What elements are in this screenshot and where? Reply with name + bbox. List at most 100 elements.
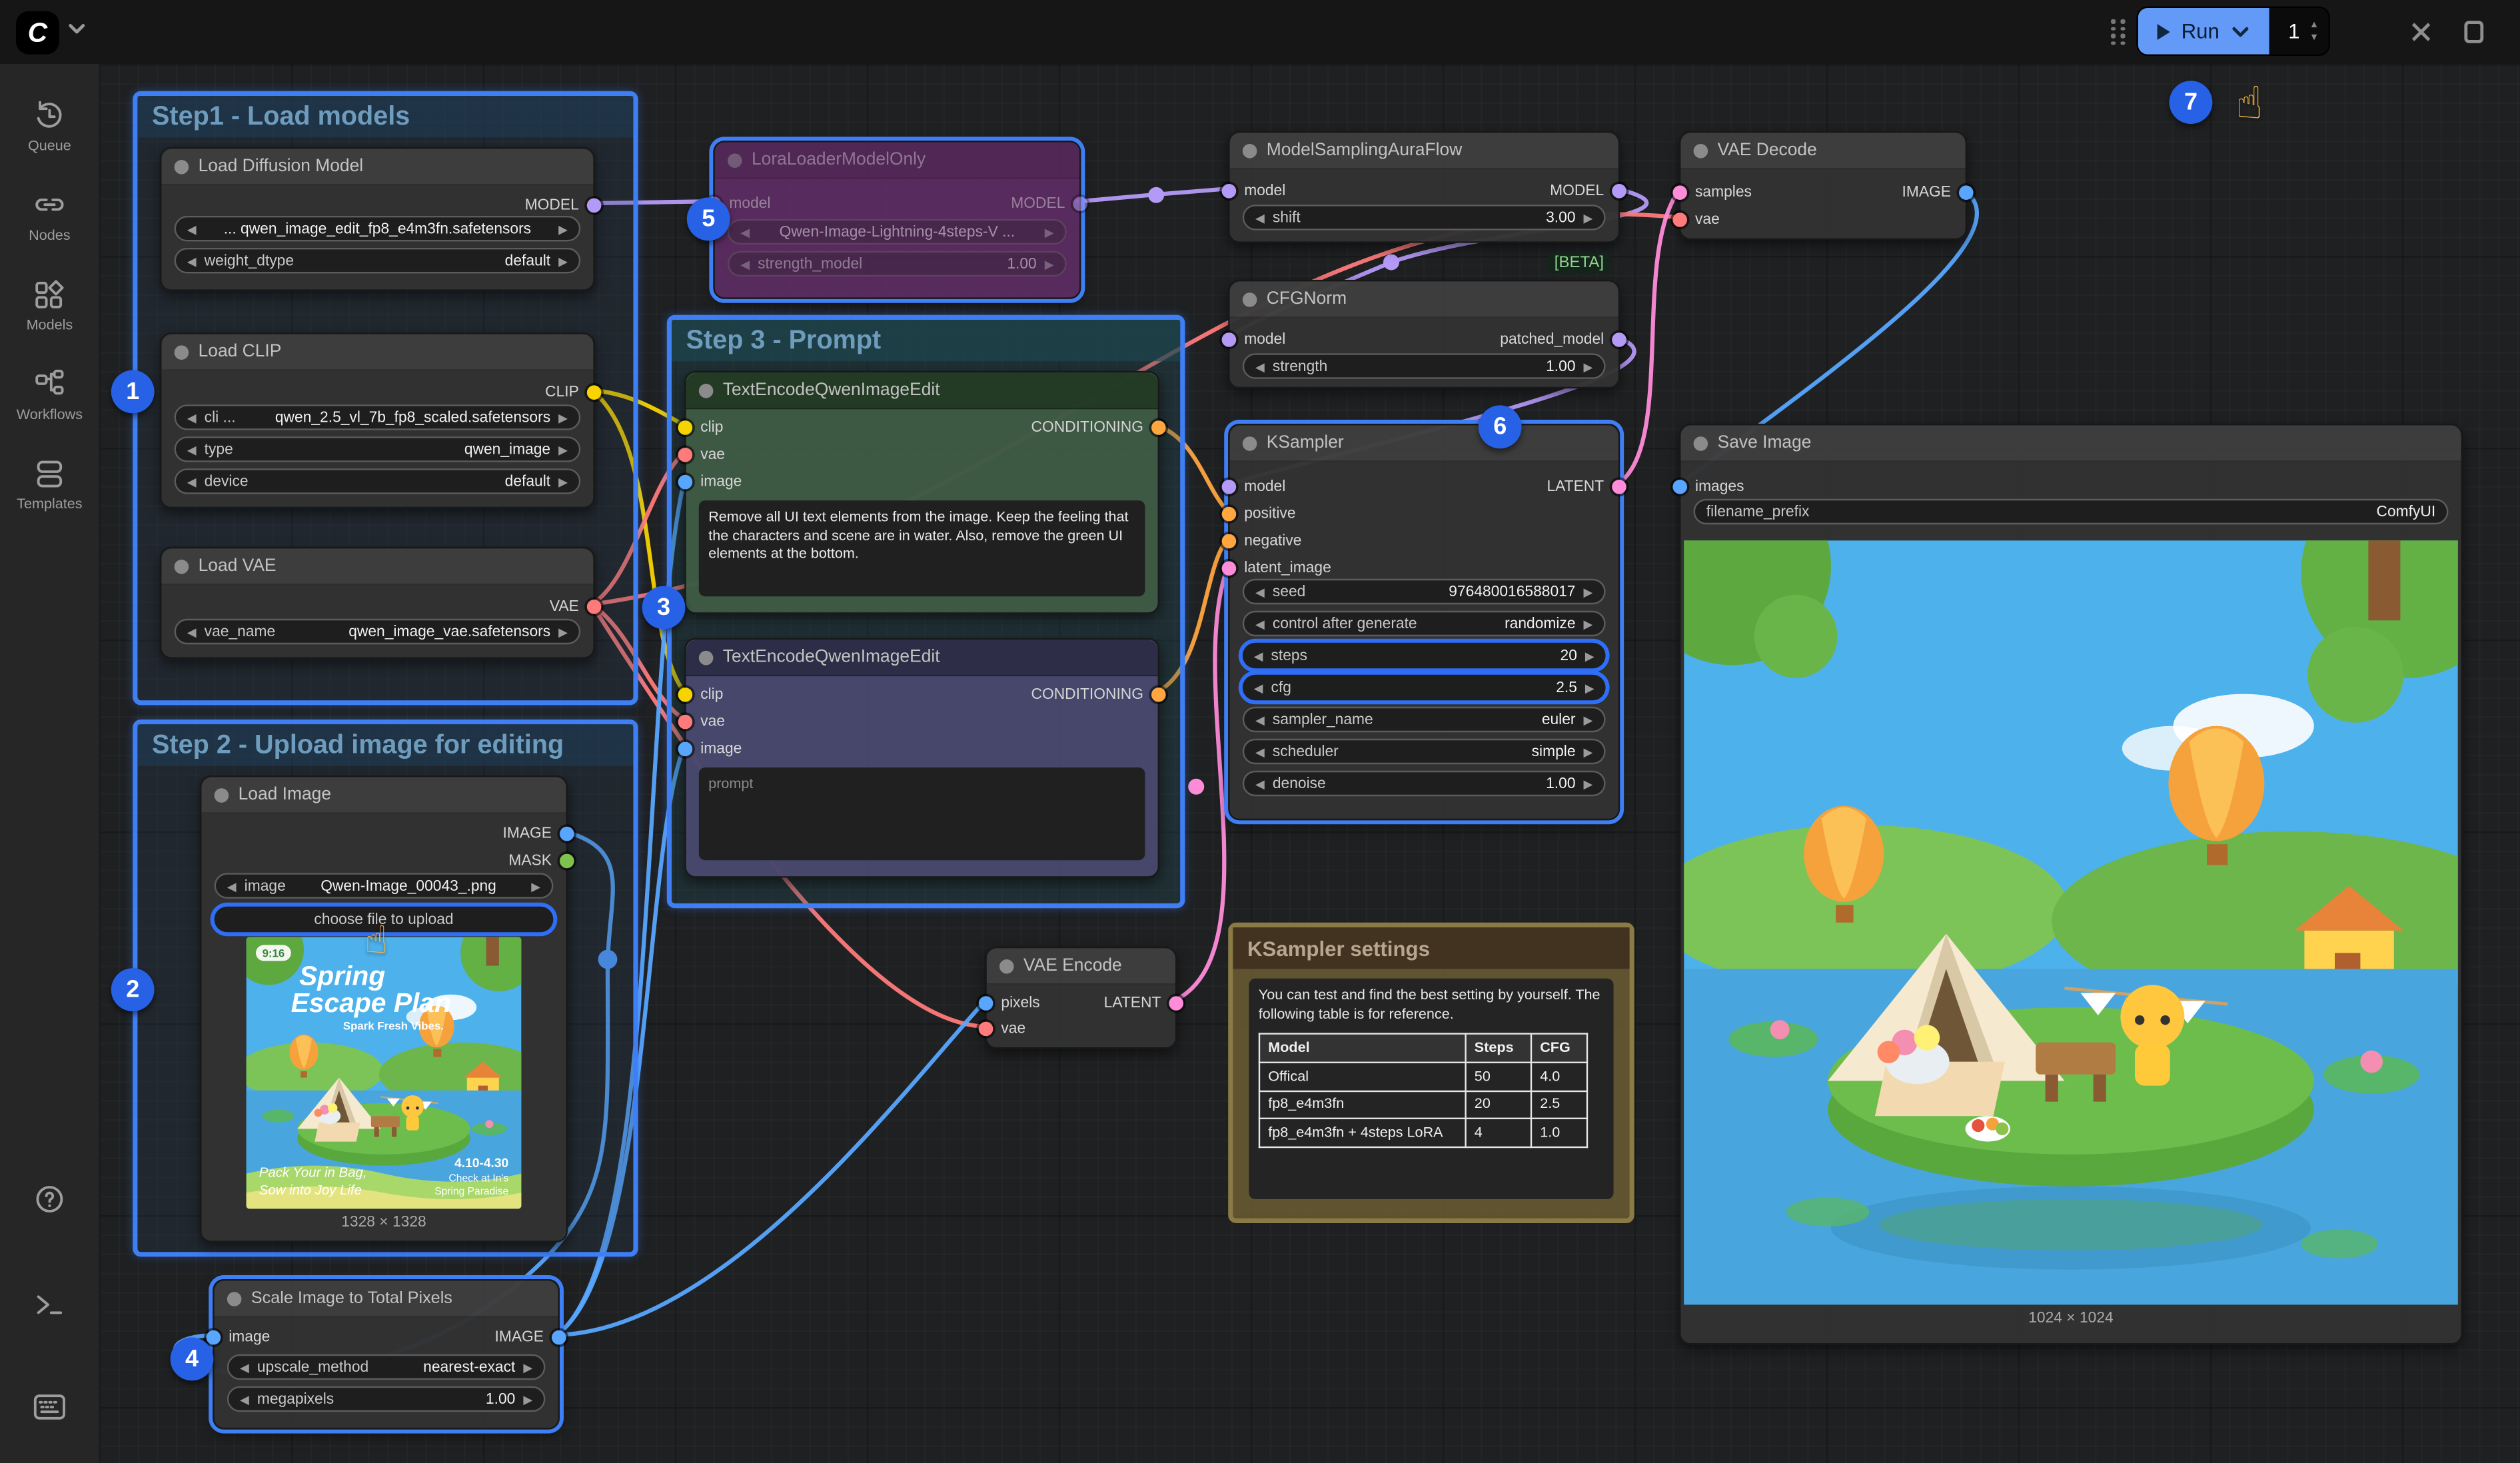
latent-pin[interactable] xyxy=(1222,560,1237,575)
help-button[interactable] xyxy=(0,1183,99,1215)
input-pixels[interactable]: pixels xyxy=(979,991,1040,1014)
group-settings-title[interactable]: KSampler settings xyxy=(1233,927,1629,969)
input-clip[interactable]: clip xyxy=(678,683,724,706)
widget-seed[interactable]: ◀seed976480016588017▶ xyxy=(1243,579,1606,604)
next-arrow-icon[interactable]: ▶ xyxy=(558,624,568,639)
output-mask[interactable]: MASK xyxy=(508,849,574,871)
vae-pin[interactable] xyxy=(979,1021,993,1035)
node-save-image[interactable]: Save Image images filename_prefixComfyUI xyxy=(1679,424,2463,1344)
model-pin[interactable] xyxy=(1073,196,1087,211)
collapse-dot[interactable] xyxy=(999,959,1014,973)
input-negative[interactable]: negative xyxy=(1222,529,1302,552)
next-arrow-icon[interactable]: ▶ xyxy=(1584,211,1593,225)
collapse-dot[interactable] xyxy=(215,787,229,802)
widget-scheduler[interactable]: ◀schedulersimple▶ xyxy=(1243,739,1606,764)
latent-pin[interactable] xyxy=(1672,185,1687,199)
vae-pin[interactable] xyxy=(678,714,693,729)
node-graph-canvas[interactable]: Step1 - Load models Step 2 - Upload imag… xyxy=(99,64,2520,1463)
prev-arrow-icon[interactable]: ◀ xyxy=(240,1392,249,1406)
input-image[interactable]: image xyxy=(678,470,742,493)
mask-pin[interactable] xyxy=(560,853,574,867)
next-arrow-icon[interactable]: ▶ xyxy=(1585,680,1594,695)
collapse-dot[interactable] xyxy=(175,344,189,359)
model-pin[interactable] xyxy=(1612,183,1626,198)
output-image[interactable]: IMAGE xyxy=(503,822,574,845)
output-conditioning[interactable]: CONDITIONING xyxy=(1031,416,1166,438)
comfyui-logo-icon[interactable]: C xyxy=(16,11,59,55)
input-model[interactable]: model xyxy=(1222,475,1286,498)
output-conditioning[interactable]: CONDITIONING xyxy=(1031,683,1166,706)
sidebar-item-queue[interactable]: Queue xyxy=(0,99,99,154)
collapse-dot[interactable] xyxy=(728,153,742,167)
next-arrow-icon[interactable]: ▶ xyxy=(523,1360,532,1374)
output-image[interactable]: IMAGE xyxy=(495,1326,566,1348)
collapse-dot[interactable] xyxy=(175,159,189,174)
next-arrow-icon[interactable]: ▶ xyxy=(1585,648,1594,663)
next-arrow-icon[interactable]: ▶ xyxy=(558,442,568,457)
prev-arrow-icon[interactable]: ◀ xyxy=(1254,680,1263,695)
collapse-dot[interactable] xyxy=(1243,436,1257,450)
output-vae[interactable]: VAE xyxy=(550,595,602,618)
node-load-vae[interactable]: Load VAE VAE ◀vae_nameqwen_image_vae.saf… xyxy=(160,547,595,659)
vae-pin[interactable] xyxy=(587,599,602,614)
load-image-preview[interactable]: 9:16 Spring Escape Plan Spark Fresh Vibe… xyxy=(247,937,522,1209)
widget-image-file[interactable]: ◀imageQwen-Image_00043_.png▶ xyxy=(215,873,554,898)
input-image[interactable]: image xyxy=(678,737,742,759)
shortcuts-button[interactable] xyxy=(0,1392,99,1421)
latent-pin[interactable] xyxy=(1169,995,1183,1010)
output-latent[interactable]: LATENT xyxy=(1547,475,1626,498)
group-step2-title[interactable]: Step 2 - Upload image for editing xyxy=(137,724,633,765)
output-image[interactable]: IMAGE xyxy=(1902,181,1974,203)
prev-arrow-icon[interactable]: ◀ xyxy=(1255,211,1265,225)
widget-filename-prefix[interactable]: filename_prefixComfyUI xyxy=(1694,499,2449,524)
image-pin[interactable] xyxy=(1672,479,1687,494)
next-arrow-icon[interactable]: ▶ xyxy=(1584,584,1593,599)
input-vae[interactable]: vae xyxy=(1672,208,1719,231)
reroute-dot[interactable] xyxy=(1188,779,1204,795)
batch-count-arrows[interactable]: ▲▼ xyxy=(2309,20,2319,43)
collapse-dot[interactable] xyxy=(1243,292,1257,306)
node-ksampler[interactable]: KSampler model positive negative latent_… xyxy=(1228,424,1620,820)
output-latent[interactable]: LATENT xyxy=(1104,991,1183,1014)
output-model[interactable]: MODEL xyxy=(525,193,602,216)
input-vae[interactable]: vae xyxy=(678,710,725,733)
sidebar-item-templates[interactable]: Templates xyxy=(0,457,99,512)
input-model[interactable]: model xyxy=(1222,179,1286,202)
image-pin[interactable] xyxy=(979,995,993,1010)
collapse-dot[interactable] xyxy=(227,1291,242,1306)
next-arrow-icon[interactable]: ▶ xyxy=(558,474,568,489)
prev-arrow-icon[interactable]: ◀ xyxy=(187,624,197,639)
vae-pin[interactable] xyxy=(1672,212,1687,227)
widget-clip-name[interactable]: ◀cli ...qwen_2.5_vl_7b_fp8_scaled.safete… xyxy=(175,404,581,430)
prev-arrow-icon[interactable]: ◀ xyxy=(187,474,197,489)
next-arrow-icon[interactable]: ▶ xyxy=(558,221,568,236)
group-step1-title[interactable]: Step1 - Load models xyxy=(137,96,633,137)
widget-shift[interactable]: ◀shift3.00▶ xyxy=(1243,205,1606,230)
input-image[interactable]: image xyxy=(207,1326,271,1348)
close-icon[interactable] xyxy=(2407,17,2435,46)
next-arrow-icon[interactable]: ▶ xyxy=(1584,776,1593,791)
widget-lora-name[interactable]: ◀Qwen-Image-Lightning-4steps-V ...▶ xyxy=(728,219,1067,244)
image-pin[interactable] xyxy=(552,1330,566,1344)
input-latent-image[interactable]: latent_image xyxy=(1222,556,1331,579)
prev-arrow-icon[interactable]: ◀ xyxy=(740,256,750,271)
widget-denoise[interactable]: ◀denoise1.00▶ xyxy=(1243,771,1606,796)
input-vae[interactable]: vae xyxy=(678,443,725,466)
widget-megapixels[interactable]: ◀megapixels1.00▶ xyxy=(227,1386,546,1412)
prev-arrow-icon[interactable]: ◀ xyxy=(1254,648,1263,663)
model-pin[interactable] xyxy=(587,197,602,212)
next-arrow-icon[interactable]: ▶ xyxy=(1045,256,1054,271)
input-samples[interactable]: samples xyxy=(1672,181,1752,203)
prev-arrow-icon[interactable]: ◀ xyxy=(1255,584,1265,599)
widget-sampler-name[interactable]: ◀sampler_nameeuler▶ xyxy=(1243,707,1606,732)
clip-pin[interactable] xyxy=(678,420,693,434)
node-load-clip[interactable]: Load CLIP CLIP ◀cli ...qwen_2.5_vl_7b_fp… xyxy=(160,332,595,508)
node-model-sampling-auraflow[interactable]: ModelSamplingAuraFlow model MODEL ◀shift… xyxy=(1228,131,1620,243)
maximize-icon[interactable] xyxy=(2459,17,2488,46)
prev-arrow-icon[interactable]: ◀ xyxy=(1255,616,1265,631)
next-arrow-icon[interactable]: ▶ xyxy=(1584,712,1593,727)
prompt-textarea-empty[interactable]: prompt xyxy=(699,767,1145,860)
input-model[interactable]: model xyxy=(1222,328,1286,350)
widget-cfg[interactable]: ◀cfg2.5▶ xyxy=(1243,675,1606,700)
widget-vae-name[interactable]: ◀vae_nameqwen_image_vae.safetensors▶ xyxy=(175,619,581,644)
